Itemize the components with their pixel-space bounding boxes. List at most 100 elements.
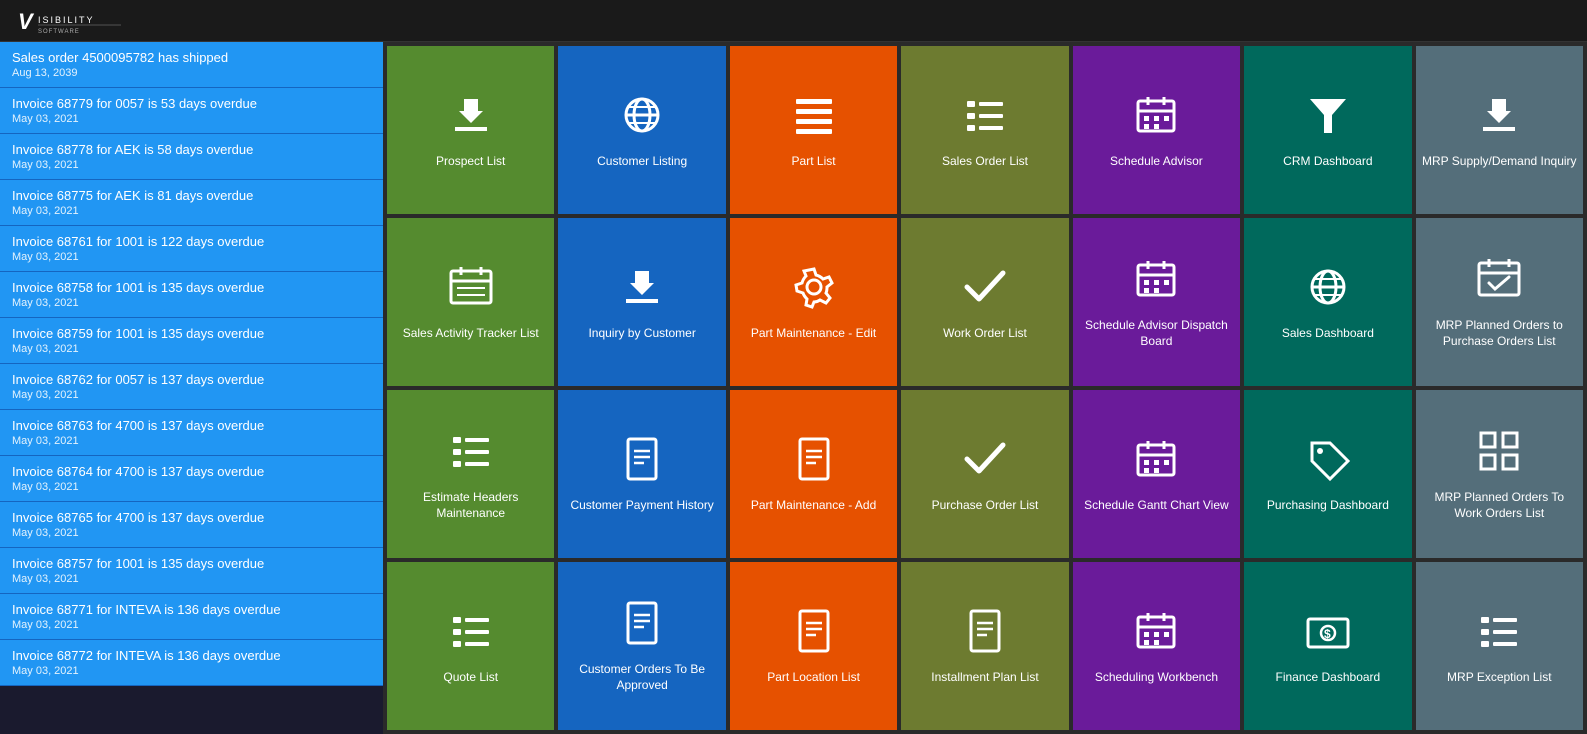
installment-plan-list[interactable]: Installment Plan List: [901, 562, 1068, 730]
sales-activity-tracker-label: Sales Activity Tracker List: [403, 326, 539, 342]
sidebar-item-date: May 03, 2021: [12, 205, 371, 217]
part-maintenance-add-icon: [790, 435, 838, 490]
sales-order-list[interactable]: Sales Order List: [901, 46, 1068, 214]
inquiry-by-customer-icon: [618, 263, 666, 318]
crm-dashboard[interactable]: CRM Dashboard: [1244, 46, 1411, 214]
part-list-label: Part List: [792, 154, 836, 170]
sidebar-item-date: Aug 13, 2039: [12, 67, 371, 79]
mrp-exception-list-label: MRP Exception List: [1447, 670, 1552, 686]
schedule-advisor-dispatch-icon: [1132, 255, 1180, 310]
mrp-planned-orders-purchase-icon: [1475, 255, 1523, 310]
inquiry-by-customer-label: Inquiry by Customer: [588, 326, 695, 342]
sales-activity-tracker-icon: [447, 263, 495, 318]
sidebar-item-title: Invoice 68775 for AEK is 81 days overdue: [12, 188, 371, 203]
sales-dashboard[interactable]: Sales Dashboard: [1244, 218, 1411, 386]
finance-dashboard-label: Finance Dashboard: [1275, 670, 1380, 686]
part-list[interactable]: Part List: [730, 46, 897, 214]
sidebar-item-title: Invoice 68779 for 0057 is 53 days overdu…: [12, 96, 371, 111]
purchase-order-list[interactable]: Purchase Order List: [901, 390, 1068, 558]
sidebar-item-date: May 03, 2021: [12, 665, 371, 677]
scheduling-workbench[interactable]: Scheduling Workbench: [1073, 562, 1240, 730]
sidebar-item-title: Sales order 4500095782 has shipped: [12, 50, 371, 65]
sidebar-item[interactable]: Invoice 68771 for INTEVA is 136 days ove…: [0, 594, 383, 640]
finance-dashboard-icon: $: [1304, 607, 1352, 662]
sidebar-item-title: Invoice 68765 for 4700 is 137 days overd…: [12, 510, 371, 525]
schedule-advisor-label: Schedule Advisor: [1110, 154, 1203, 170]
sidebar-item[interactable]: Sales order 4500095782 has shipped Aug 1…: [0, 42, 383, 88]
customer-listing[interactable]: Customer Listing: [558, 46, 725, 214]
purchasing-dashboard-label: Purchasing Dashboard: [1267, 498, 1389, 514]
sidebar-item[interactable]: Invoice 68759 for 1001 is 135 days overd…: [0, 318, 383, 364]
sales-activity-tracker[interactable]: Sales Activity Tracker List: [387, 218, 554, 386]
purchasing-dashboard[interactable]: Purchasing Dashboard: [1244, 390, 1411, 558]
sidebar-item[interactable]: Invoice 68772 for INTEVA is 136 days ove…: [0, 640, 383, 686]
header: V ISIBILITY SOFTWARE: [0, 0, 1587, 42]
schedule-advisor-dispatch[interactable]: Schedule Advisor Dispatch Board: [1073, 218, 1240, 386]
sidebar-item-date: May 03, 2021: [12, 113, 371, 125]
estimate-headers[interactable]: Estimate Headers Maintenance: [387, 390, 554, 558]
logo: V ISIBILITY SOFTWARE: [16, 7, 136, 35]
sidebar-item-date: May 03, 2021: [12, 435, 371, 447]
mrp-supply-demand-label: MRP Supply/Demand Inquiry: [1422, 154, 1577, 170]
sidebar-item-title: Invoice 68759 for 1001 is 135 days overd…: [12, 326, 371, 341]
customer-payment-history[interactable]: Customer Payment History: [558, 390, 725, 558]
part-maintenance-edit-icon: [790, 263, 838, 318]
prospect-list-label: Prospect List: [436, 154, 505, 170]
sidebar-item-date: May 03, 2021: [12, 297, 371, 309]
work-order-list[interactable]: Work Order List: [901, 218, 1068, 386]
sidebar-item-title: Invoice 68778 for AEK is 58 days overdue: [12, 142, 371, 157]
sidebar-item-title: Invoice 68772 for INTEVA is 136 days ove…: [12, 648, 371, 663]
svg-text:SOFTWARE: SOFTWARE: [38, 29, 80, 35]
sidebar-item[interactable]: Invoice 68779 for 0057 is 53 days overdu…: [0, 88, 383, 134]
sales-order-list-icon: [961, 91, 1009, 146]
mrp-planned-orders-work-label: MRP Planned Orders To Work Orders List: [1422, 490, 1577, 521]
sidebar-item-title: Invoice 68762 for 0057 is 137 days overd…: [12, 372, 371, 387]
mrp-planned-orders-work[interactable]: MRP Planned Orders To Work Orders List: [1416, 390, 1583, 558]
quote-list[interactable]: Quote List: [387, 562, 554, 730]
sidebar-item[interactable]: Invoice 68761 for 1001 is 122 days overd…: [0, 226, 383, 272]
sidebar-item-title: Invoice 68771 for INTEVA is 136 days ove…: [12, 602, 371, 617]
sidebar-item[interactable]: Invoice 68758 for 1001 is 135 days overd…: [0, 272, 383, 318]
purchase-order-list-icon: [961, 435, 1009, 490]
mrp-exception-list-icon: [1475, 607, 1523, 662]
sidebar-item[interactable]: Invoice 68764 for 4700 is 137 days overd…: [0, 456, 383, 502]
finance-dashboard[interactable]: $ Finance Dashboard: [1244, 562, 1411, 730]
part-maintenance-edit-label: Part Maintenance - Edit: [751, 326, 876, 342]
sidebar-item[interactable]: Invoice 68778 for AEK is 58 days overdue…: [0, 134, 383, 180]
sidebar-item[interactable]: Invoice 68757 for 1001 is 135 days overd…: [0, 548, 383, 594]
sidebar-item-title: Invoice 68758 for 1001 is 135 days overd…: [12, 280, 371, 295]
svg-text:ISIBILITY: ISIBILITY: [38, 15, 95, 25]
prospect-list[interactable]: Prospect List: [387, 46, 554, 214]
mrp-planned-orders-work-icon: [1475, 427, 1523, 482]
inquiry-by-customer[interactable]: Inquiry by Customer: [558, 218, 725, 386]
sidebar-item-date: May 03, 2021: [12, 159, 371, 171]
sidebar-item[interactable]: Invoice 68765 for 4700 is 137 days overd…: [0, 502, 383, 548]
mrp-planned-orders-purchase-label: MRP Planned Orders to Purchase Orders Li…: [1422, 318, 1577, 349]
schedule-advisor-icon: [1132, 91, 1180, 146]
sidebar-item-title: Invoice 68763 for 4700 is 137 days overd…: [12, 418, 371, 433]
part-maintenance-add[interactable]: Part Maintenance - Add: [730, 390, 897, 558]
part-location-list-icon: [790, 607, 838, 662]
part-location-list[interactable]: Part Location List: [730, 562, 897, 730]
mrp-supply-demand[interactable]: MRP Supply/Demand Inquiry: [1416, 46, 1583, 214]
mrp-exception-list[interactable]: MRP Exception List: [1416, 562, 1583, 730]
sales-dashboard-icon: [1304, 263, 1352, 318]
mrp-planned-orders-purchase[interactable]: MRP Planned Orders to Purchase Orders Li…: [1416, 218, 1583, 386]
part-location-list-label: Part Location List: [767, 670, 860, 686]
schedule-advisor[interactable]: Schedule Advisor: [1073, 46, 1240, 214]
sidebar-item-date: May 03, 2021: [12, 343, 371, 355]
installment-plan-list-icon: [961, 607, 1009, 662]
estimate-headers-icon: [447, 427, 495, 482]
sidebar-item-title: Invoice 68764 for 4700 is 137 days overd…: [12, 464, 371, 479]
work-order-list-icon: [961, 263, 1009, 318]
schedule-gantt[interactable]: Schedule Gantt Chart View: [1073, 390, 1240, 558]
sidebar-item[interactable]: Invoice 68763 for 4700 is 137 days overd…: [0, 410, 383, 456]
sidebar-item[interactable]: Invoice 68775 for AEK is 81 days overdue…: [0, 180, 383, 226]
part-maintenance-edit[interactable]: Part Maintenance - Edit: [730, 218, 897, 386]
quote-list-icon: [447, 607, 495, 662]
sales-dashboard-label: Sales Dashboard: [1282, 326, 1374, 342]
customer-payment-history-label: Customer Payment History: [570, 498, 713, 514]
sidebar-item[interactable]: Invoice 68762 for 0057 is 137 days overd…: [0, 364, 383, 410]
mrp-supply-demand-icon: [1475, 91, 1523, 146]
customer-orders-approved[interactable]: Customer Orders To Be Approved: [558, 562, 725, 730]
